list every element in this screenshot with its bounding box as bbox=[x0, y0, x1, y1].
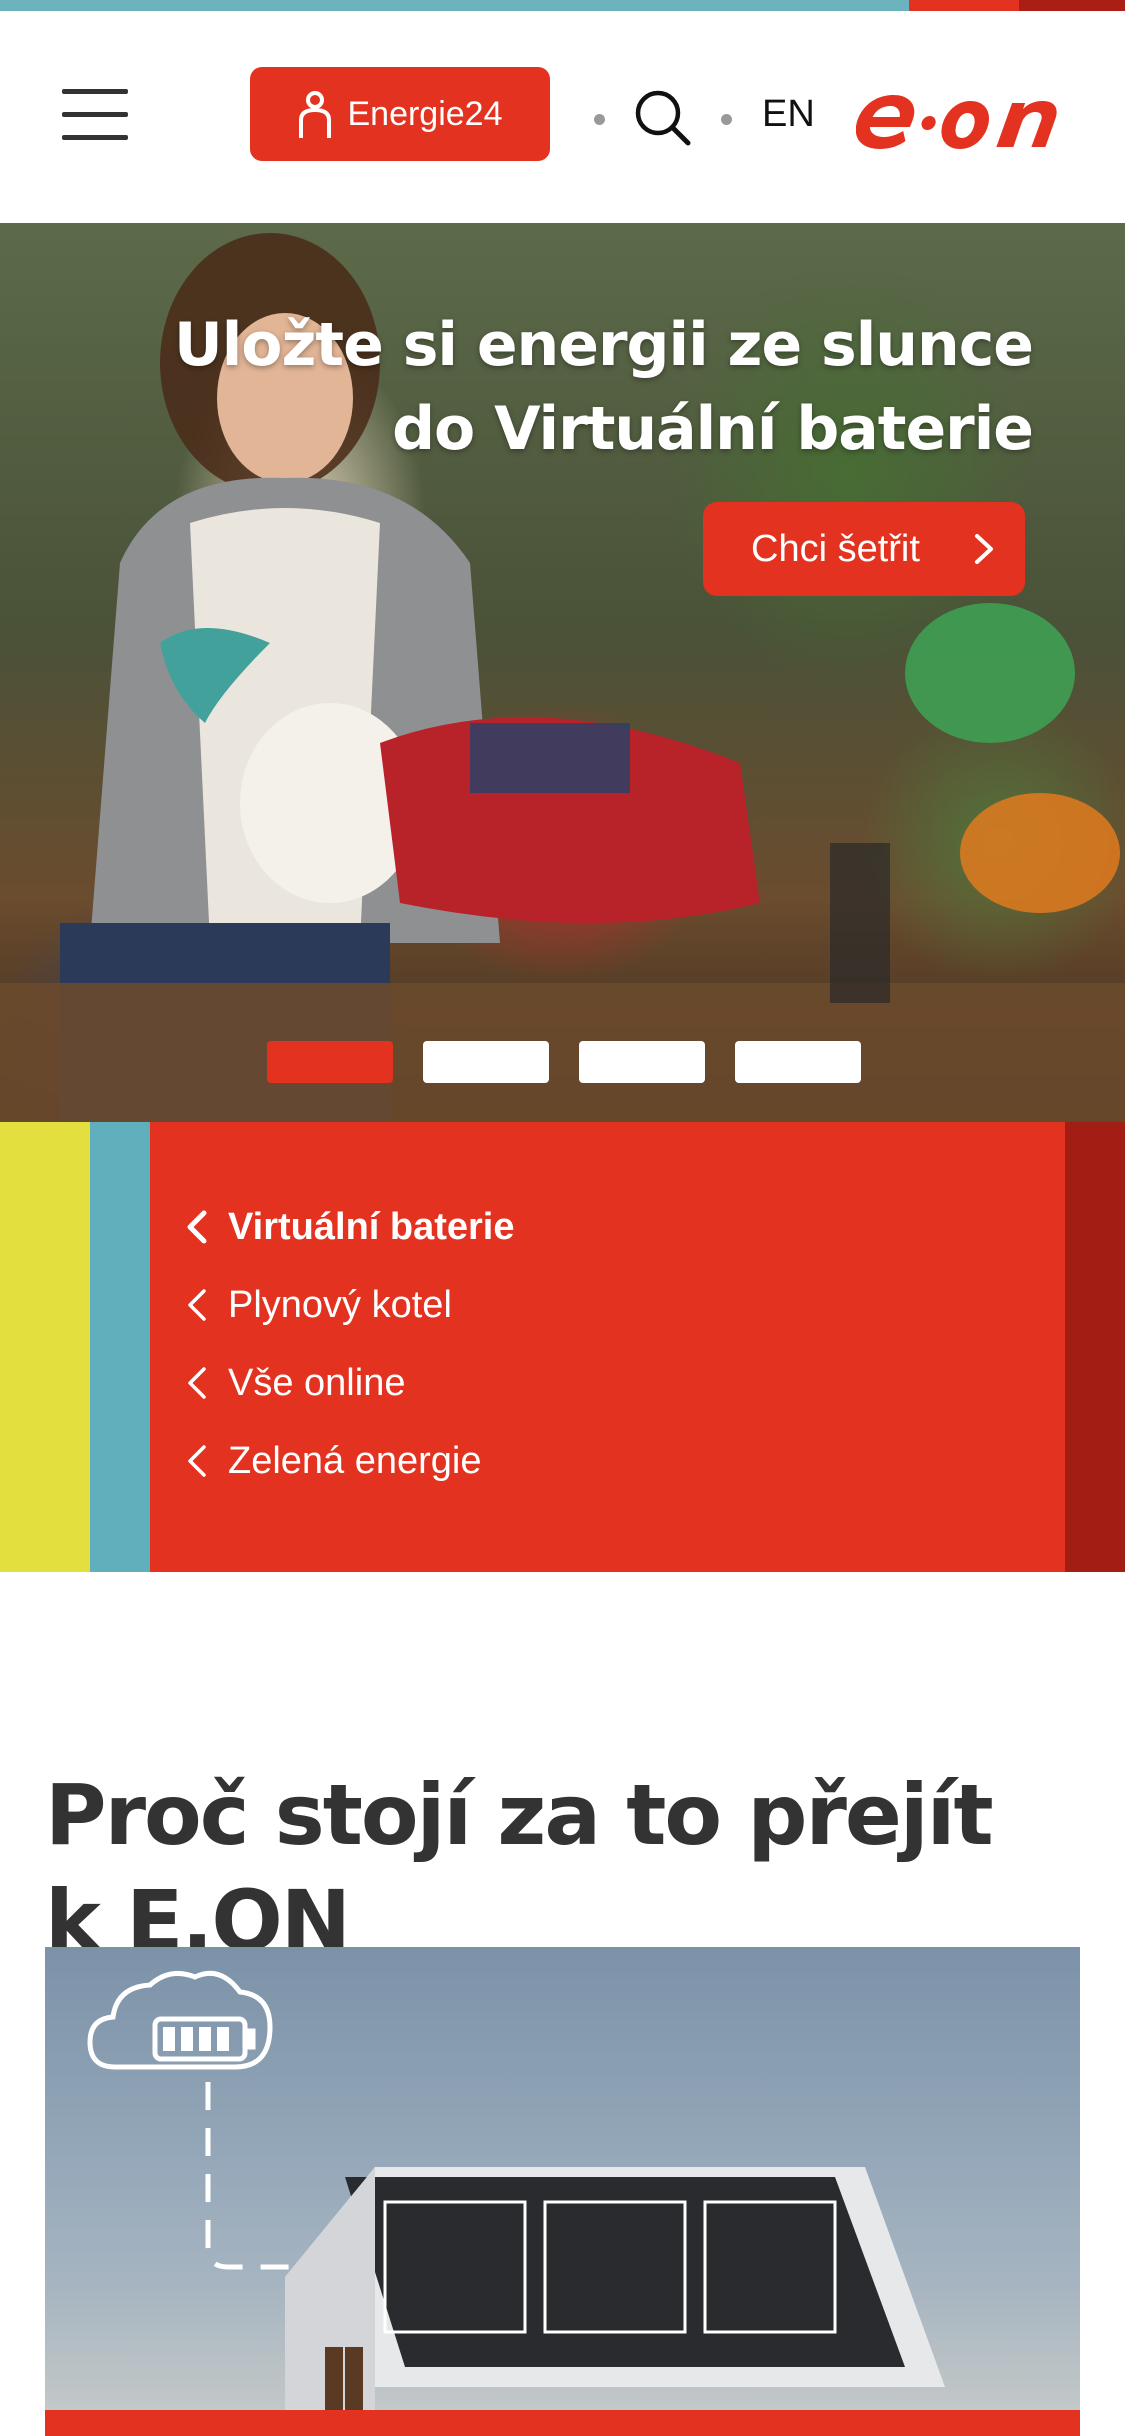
user-icon bbox=[299, 91, 332, 138]
hero-title: Uložte si energii ze slunce do Virtuální… bbox=[174, 303, 1034, 471]
carousel-dot-1[interactable] bbox=[267, 1041, 393, 1083]
energie24-button[interactable]: Energie24 bbox=[250, 67, 550, 161]
section-title: Proč stojí za to přejít k E.ON bbox=[45, 1765, 994, 1970]
band-dark-red bbox=[1065, 1122, 1125, 1572]
cloud-battery-icon bbox=[87, 1970, 345, 2270]
hero-cta-label: Chci šetřit bbox=[751, 527, 920, 570]
menu-item-zelena-energie[interactable]: Zelená energie bbox=[186, 1422, 515, 1500]
hero-cta-button[interactable]: Chci šetřit bbox=[703, 502, 1025, 596]
hero-banner: Uložte si energii ze slunce do Virtuální… bbox=[0, 223, 1125, 1122]
carousel-indicators bbox=[267, 1041, 861, 1083]
feature-accent-bar bbox=[45, 2410, 1080, 2436]
carousel-dot-2[interactable] bbox=[423, 1041, 549, 1083]
menu-item-plynovy-kotel[interactable]: Plynový kotel bbox=[186, 1266, 515, 1344]
slide-menu: Virtuální baterie Plynový kotel Vše onli… bbox=[186, 1188, 515, 1500]
chevron-right-icon bbox=[975, 534, 993, 564]
hero-title-line1: Uložte si energii ze slunce bbox=[174, 310, 1034, 380]
eon-logo[interactable] bbox=[856, 81, 1078, 159]
separator-dot bbox=[721, 114, 732, 125]
menu-item-label: Plynový kotel bbox=[228, 1283, 452, 1326]
carousel-dot-4[interactable] bbox=[735, 1041, 861, 1083]
slide-menu-band: Virtuální baterie Plynový kotel Vše onli… bbox=[0, 1122, 1125, 1572]
chevron-left-icon bbox=[187, 1210, 207, 1244]
separator-dot bbox=[594, 114, 605, 125]
energie24-label: Energie24 bbox=[347, 94, 503, 133]
menu-item-label: Zelená energie bbox=[228, 1439, 482, 1482]
stripe-red bbox=[909, 0, 1019, 11]
search-icon[interactable] bbox=[632, 87, 692, 147]
site-header: Energie24 EN bbox=[0, 11, 1125, 223]
house-solar-illustration bbox=[87, 1970, 945, 2436]
hero-title-line2: do Virtuální baterie bbox=[392, 394, 1034, 464]
menu-item-label: Vše online bbox=[228, 1361, 406, 1404]
language-switch[interactable]: EN bbox=[762, 93, 815, 136]
feature-image-card[interactable] bbox=[45, 1947, 1080, 2436]
chevron-left-icon bbox=[188, 1445, 206, 1477]
top-color-stripe bbox=[0, 0, 1125, 11]
menu-item-virtualni-baterie[interactable]: Virtuální baterie bbox=[186, 1188, 515, 1266]
carousel-dot-3[interactable] bbox=[579, 1041, 705, 1083]
stripe-dark-red bbox=[1019, 0, 1125, 11]
band-yellow bbox=[0, 1122, 90, 1572]
stripe-teal bbox=[0, 0, 909, 11]
chevron-left-icon bbox=[188, 1289, 206, 1321]
chevron-left-icon bbox=[188, 1367, 206, 1399]
menu-hamburger-icon[interactable] bbox=[62, 89, 128, 141]
menu-item-label: Virtuální baterie bbox=[228, 1205, 515, 1248]
band-teal bbox=[90, 1122, 150, 1572]
menu-item-vse-online[interactable]: Vše online bbox=[186, 1344, 515, 1422]
